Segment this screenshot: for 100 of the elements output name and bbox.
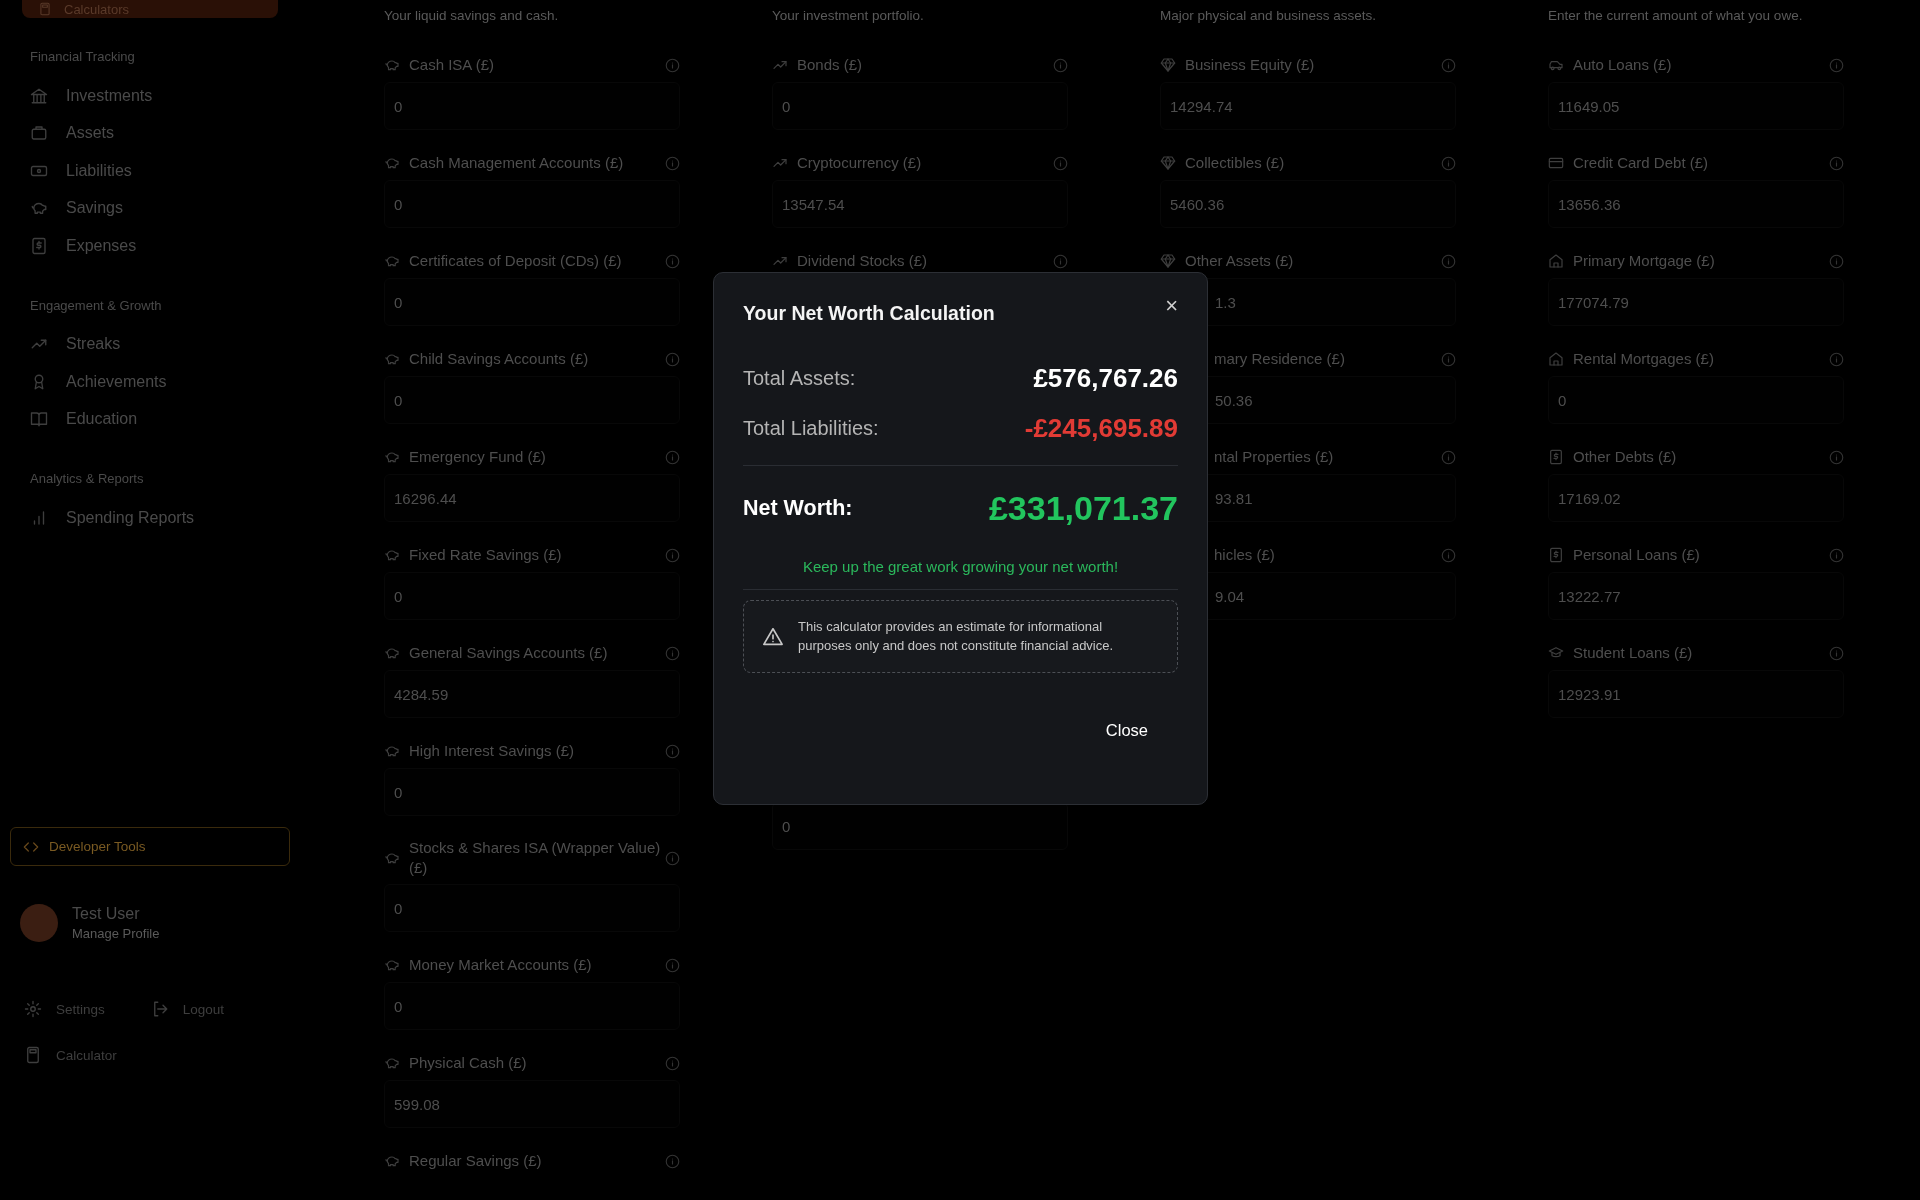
- sidebar-item[interactable]: Investments: [10, 77, 290, 115]
- amount-field[interactable]: 13222.77: [1548, 572, 1844, 620]
- field-label: Other Assets (£): [1185, 251, 1295, 271]
- sidebar-item[interactable]: Liabilities: [10, 152, 290, 190]
- piggy-bank-icon: [384, 449, 400, 465]
- amount-field[interactable]: 12923.91: [1548, 670, 1844, 718]
- field-label: Primary Mortgage (£): [1573, 251, 1716, 271]
- field-label: Auto Loans (£): [1573, 55, 1673, 75]
- info-icon: [1053, 253, 1068, 269]
- amount-field[interactable]: 0: [772, 82, 1068, 130]
- briefcase-icon: [30, 124, 48, 143]
- field-label: Bonds (£): [797, 55, 864, 75]
- field-label: Other Debts (£): [1573, 447, 1678, 467]
- sidebar-item[interactable]: Achievements: [10, 363, 290, 401]
- user-name: Test User: [72, 905, 141, 923]
- amount-field[interactable]: 16296.44: [384, 474, 680, 522]
- amount-field[interactable]: 0: [384, 768, 680, 816]
- credit-card-icon: [1548, 155, 1564, 171]
- info-icon: [1441, 57, 1456, 73]
- info-icon: [1441, 449, 1456, 465]
- sidebar-section-title: Engagement & Growth: [30, 297, 163, 313]
- info-icon: [665, 547, 680, 563]
- sidebar-item[interactable]: Expenses: [10, 227, 290, 265]
- sidebar-item[interactable]: Education: [10, 400, 290, 438]
- amount-field[interactable]: 0: [384, 884, 680, 932]
- sidebar-section-title: Analytics & Reports: [30, 471, 145, 486]
- info-icon: [665, 57, 680, 73]
- info-icon: [1441, 351, 1456, 367]
- section-description: Major physical and business assets.: [1160, 8, 1378, 24]
- info-icon: [1829, 547, 1844, 563]
- sidebar-item[interactable]: Savings: [10, 189, 290, 227]
- amount-field[interactable]: 13656.36: [1548, 180, 1844, 228]
- field-label: Physical Cash (£): [409, 1053, 528, 1073]
- info-icon: [665, 1055, 680, 1071]
- summary-label: Total Assets:: [743, 366, 856, 390]
- piggy-bank-icon: [384, 645, 400, 661]
- piggy-bank-icon: [384, 155, 400, 171]
- field-label: Rental Mortgages (£): [1573, 349, 1715, 369]
- info-icon: [665, 850, 680, 866]
- settings-link[interactable]: Settings: [24, 1000, 105, 1018]
- field-label: Business Equity (£): [1185, 55, 1316, 75]
- amount-field[interactable]: 0: [1548, 376, 1844, 424]
- info-icon: [1829, 253, 1844, 269]
- gem-icon: [1160, 155, 1176, 171]
- info-icon: [665, 1153, 680, 1169]
- info-icon: [665, 957, 680, 973]
- piggy-bank-icon: [384, 351, 400, 367]
- field-label: Credit Card Debt (£): [1573, 153, 1710, 173]
- gem-icon: [1160, 253, 1176, 269]
- info-icon: [1053, 155, 1068, 171]
- calculator-icon: [24, 1046, 42, 1064]
- amount-field[interactable]: 0: [384, 278, 680, 326]
- book-icon: [30, 410, 48, 429]
- calculator-icon: [38, 2, 52, 16]
- disclaimer-text: This calculator provides an estimate for informational purposes only and does not constitute financial advice.: [798, 618, 1115, 655]
- amount-field[interactable]: 599.08: [384, 1080, 680, 1128]
- amount-field[interactable]: 0: [384, 82, 680, 130]
- sidebar-item[interactable]: Streaks: [10, 325, 290, 363]
- info-icon: [665, 351, 680, 367]
- sidebar-item[interactable]: Spending Reports: [10, 499, 290, 537]
- info-icon: [1829, 645, 1844, 661]
- amount-field[interactable]: 13547.54: [772, 180, 1068, 228]
- amount-field[interactable]: 177074.79: [1548, 278, 1844, 326]
- developer-tools-button[interactable]: Developer Tools: [10, 827, 290, 866]
- field-label: Child Savings Accounts (£): [409, 349, 590, 369]
- section-description: Your investment portfolio.: [772, 8, 925, 24]
- sidebar-item[interactable]: Assets: [10, 114, 290, 152]
- piggy-bank-icon: [384, 957, 400, 973]
- amount-field[interactable]: 0: [384, 572, 680, 620]
- amount-field[interactable]: 17169.02: [1548, 474, 1844, 522]
- info-icon: [1441, 253, 1456, 269]
- settings-icon: [24, 1000, 42, 1018]
- warning-icon: [762, 625, 784, 648]
- field-label: Fixed Rate Savings (£): [409, 545, 563, 565]
- amount-field[interactable]: 0: [384, 982, 680, 1030]
- info-icon: [1829, 57, 1844, 73]
- amount-field[interactable]: 11649.05: [1548, 82, 1844, 130]
- amount-field[interactable]: 4284.59: [384, 670, 680, 718]
- close-button[interactable]: Close: [1093, 713, 1178, 748]
- calculator-link[interactable]: Calculator: [24, 1046, 290, 1064]
- dialog-title: Your Net Worth Calculation: [743, 302, 995, 325]
- amount-field[interactable]: 0: [384, 376, 680, 424]
- field-label: Money Market Accounts (£): [409, 955, 593, 975]
- info-icon: [665, 155, 680, 171]
- field-label: Personal Loans (£): [1573, 545, 1701, 565]
- amount-field[interactable]: 0: [384, 180, 680, 228]
- avatar[interactable]: [20, 904, 58, 942]
- field-label: Cash Management Accounts (£): [409, 153, 625, 173]
- info-icon: [665, 449, 680, 465]
- field-label: Emergency Fund (£): [409, 447, 547, 467]
- logout-link[interactable]: Logout: [150, 1000, 225, 1018]
- manage-profile-link[interactable]: Manage Profile: [72, 926, 160, 941]
- field-label: mary Residence (£): [1213, 349, 1346, 369]
- amount-field[interactable]: 5460.36: [1160, 180, 1456, 228]
- piggy-bank-icon: [384, 743, 400, 759]
- house-icon: [1548, 351, 1564, 367]
- encouragement-message: Keep up the great work growing your net worth!: [743, 558, 1178, 590]
- amount-field[interactable]: 14294.74: [1160, 82, 1456, 130]
- field-label: Dividend Stocks (£): [797, 251, 929, 271]
- amount-field[interactable]: 0: [772, 802, 1068, 850]
